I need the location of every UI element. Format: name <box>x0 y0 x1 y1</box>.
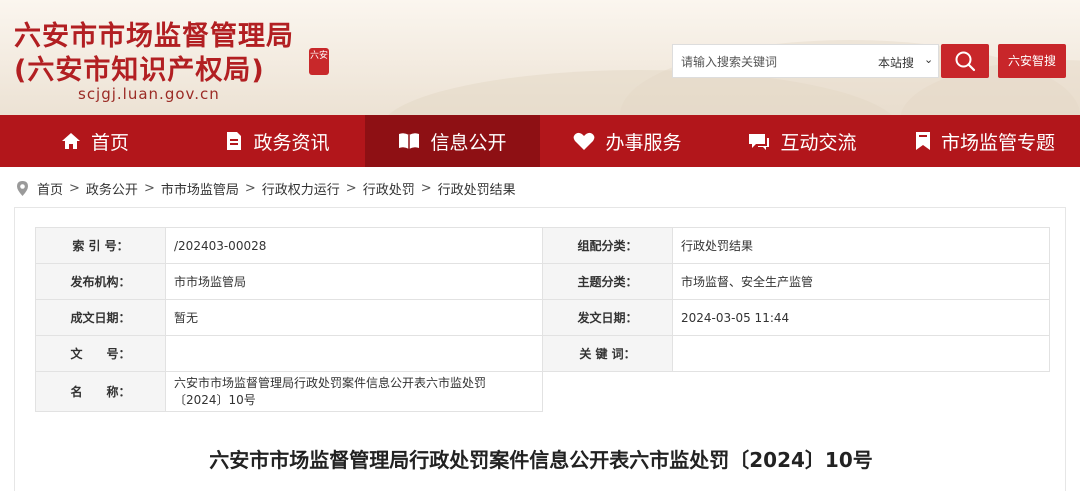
chat-icon <box>748 132 770 151</box>
nav-item-services[interactable]: 办事服务 <box>540 115 715 167</box>
main-nav: 首页 政务资讯 信息公开 办事服务 互动交流 市场监管专题 <box>0 115 1080 167</box>
bookmark-icon <box>915 131 931 151</box>
table-row: 名 称： 六安市市场监督管理局行政处罚案件信息公开表六市监处罚〔2024〕10号 <box>35 371 1050 412</box>
nav-item-label: 信息公开 <box>430 131 507 154</box>
meta-value: 2024-03-05 11:44 <box>672 299 1050 336</box>
breadcrumb-link[interactable]: 行政权力运行 <box>262 179 340 198</box>
site-header: 六安市市场监督管理局 (六安市知识产权局) 六安 scjgj.luan.gov.… <box>0 0 1080 115</box>
table-row: 发布机构： 市市场监管局 主题分类： 市场监督、安全生产监管 <box>35 263 1050 300</box>
breadcrumb-separator: > <box>420 180 432 196</box>
nav-item-label: 市场监管专题 <box>940 131 1055 154</box>
meta-value: 市场监督、安全生产监管 <box>672 263 1050 300</box>
breadcrumb-link[interactable]: 首页 <box>37 179 63 198</box>
breadcrumb: 首页 > 政务公开 > 市市场监管局 > 行政权力运行 > 行政处罚 > 行政处… <box>16 178 516 198</box>
meta-label: 文 号： <box>35 335 166 372</box>
smart-search-button[interactable]: 六安智搜 <box>998 44 1066 78</box>
search-icon <box>955 51 976 72</box>
nav-item-label: 互动交流 <box>780 131 857 154</box>
home-icon <box>61 132 81 150</box>
nav-item-news[interactable]: 政务资讯 <box>190 115 365 167</box>
table-row: 成文日期： 暂无 发文日期： 2024-03-05 11:44 <box>35 299 1050 336</box>
nav-item-label: 首页 <box>90 131 129 154</box>
document-title: 六安市市场监督管理局行政处罚案件信息公开表六市监处罚〔2024〕10号 <box>209 448 873 472</box>
meta-value: /202403-00028 <box>165 227 543 264</box>
meta-value <box>672 335 1050 372</box>
table-row: 索 引 号： /202403-00028 组配分类： 行政处罚结果 <box>35 227 1050 264</box>
heart-icon <box>573 132 595 151</box>
search-scope-select[interactable]: 本站搜 <box>878 54 914 71</box>
meta-label: 发文日期： <box>542 299 673 336</box>
table-row: 文 号： 关 键 词： <box>35 335 1050 372</box>
chevron-down-icon[interactable]: ⌄ <box>924 53 933 66</box>
nav-item-label: 政务资讯 <box>253 131 330 154</box>
location-pin-icon <box>16 180 29 197</box>
nav-item-info-open[interactable]: 信息公开 <box>365 115 540 167</box>
search-input[interactable] <box>681 52 861 72</box>
content-panel: 索 引 号： /202403-00028 组配分类： 行政处罚结果 发布机构： … <box>14 207 1066 491</box>
breadcrumb-separator: > <box>345 180 357 196</box>
meta-value: 市市场监管局 <box>165 263 543 300</box>
meta-label: 名 称： <box>35 371 166 412</box>
site-subtitle[interactable]: (六安市知识产权局) <box>14 48 265 87</box>
breadcrumb-separator: > <box>69 180 80 196</box>
seal-logo: 六安 <box>309 48 329 75</box>
open-book-icon <box>398 132 420 150</box>
meta-label: 主题分类： <box>542 263 673 300</box>
breadcrumb-separator: > <box>143 180 155 196</box>
breadcrumb-link[interactable]: 市市场监管局 <box>161 179 239 198</box>
meta-label: 关 键 词： <box>542 335 673 372</box>
meta-value <box>165 335 543 372</box>
nav-item-market-topics[interactable]: 市场监管专题 <box>890 115 1080 167</box>
breadcrumb-link[interactable]: 行政处罚 <box>363 179 415 198</box>
breadcrumb-separator: > <box>244 180 256 196</box>
breadcrumb-link[interactable]: 行政处罚结果 <box>438 179 516 198</box>
meta-label: 索 引 号： <box>35 227 166 264</box>
search-button[interactable] <box>941 44 989 78</box>
meta-label: 发布机构： <box>35 263 166 300</box>
meta-value: 六安市市场监督管理局行政处罚案件信息公开表六市监处罚〔2024〕10号 <box>165 371 543 412</box>
nav-item-label: 办事服务 <box>605 131 682 154</box>
news-icon <box>225 131 243 151</box>
meta-value: 暂无 <box>165 299 543 336</box>
site-domain: scjgj.luan.gov.cn <box>78 85 220 103</box>
document-meta-table: 索 引 号： /202403-00028 组配分类： 行政处罚结果 发布机构： … <box>35 227 1050 412</box>
meta-label: 组配分类： <box>542 227 673 264</box>
search-box: 本站搜 ⌄ <box>672 44 939 78</box>
nav-item-home[interactable]: 首页 <box>0 115 190 167</box>
meta-label: 成文日期： <box>35 299 166 336</box>
meta-value: 行政处罚结果 <box>672 227 1050 264</box>
breadcrumb-link[interactable]: 政务公开 <box>86 179 138 198</box>
nav-item-interaction[interactable]: 互动交流 <box>715 115 890 167</box>
